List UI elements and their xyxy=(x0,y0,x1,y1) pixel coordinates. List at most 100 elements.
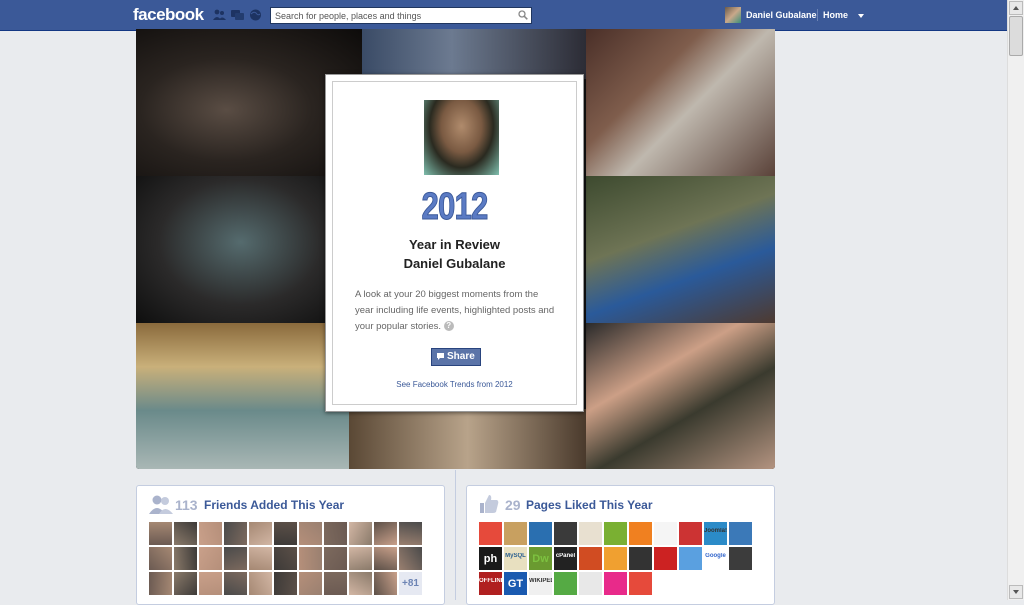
page-thumbnail-label: MySQL xyxy=(505,553,526,559)
scroll-thumb[interactable] xyxy=(1009,16,1023,56)
friend-thumbnail[interactable] xyxy=(199,572,222,595)
friend-thumbnail[interactable] xyxy=(149,522,172,545)
friend-thumbnail[interactable] xyxy=(274,522,297,545)
top-bar: facebook Daniel Gubalane Home xyxy=(0,0,1007,31)
friend-thumbnail[interactable] xyxy=(399,522,422,545)
friend-thumbnail[interactable] xyxy=(324,522,347,545)
review-year: 2012 xyxy=(421,186,489,229)
page-thumbnail[interactable] xyxy=(679,547,702,570)
page-thumbnail[interactable]: GT xyxy=(504,572,527,595)
friend-thumbnail[interactable] xyxy=(224,547,247,570)
collage-photo[interactable] xyxy=(136,323,349,469)
pages-panel-title[interactable]: Pages Liked This Year xyxy=(526,498,653,512)
page-thumbnail[interactable]: Google xyxy=(704,547,727,570)
friend-thumbnail[interactable] xyxy=(399,547,422,570)
page-thumbnail[interactable] xyxy=(554,572,577,595)
friend-thumbnail[interactable] xyxy=(274,572,297,595)
friend-thumbnail[interactable] xyxy=(374,547,397,570)
page-thumbnail[interactable] xyxy=(629,547,652,570)
friend-thumbnail[interactable] xyxy=(199,522,222,545)
page-thumbnail[interactable] xyxy=(529,522,552,545)
scroll-up-button[interactable] xyxy=(1009,1,1023,15)
friend-thumbnail[interactable] xyxy=(149,547,172,570)
friend-thumbnail[interactable] xyxy=(324,547,347,570)
friend-thumbnail[interactable] xyxy=(174,522,197,545)
friend-thumbnail[interactable] xyxy=(299,522,322,545)
friend-thumbnail[interactable] xyxy=(224,572,247,595)
page-thumbnail[interactable]: cPanel xyxy=(554,547,577,570)
friends-panel-title[interactable]: Friends Added This Year xyxy=(204,498,344,512)
friend-thumbnail[interactable] xyxy=(224,522,247,545)
page-thumbnail[interactable] xyxy=(579,547,602,570)
pages-count: 29 xyxy=(505,497,521,513)
friend-thumbnail[interactable] xyxy=(374,572,397,595)
collage-photo[interactable] xyxy=(586,323,775,469)
friend-thumbnail[interactable] xyxy=(249,572,272,595)
friend-thumbnail[interactable] xyxy=(199,547,222,570)
page-thumbnail[interactable] xyxy=(479,522,502,545)
page-thumbnail[interactable] xyxy=(679,522,702,545)
page-thumbnail[interactable] xyxy=(629,522,652,545)
share-icon xyxy=(437,353,445,360)
facebook-logo[interactable]: facebook xyxy=(133,5,204,25)
collage-photo[interactable] xyxy=(136,176,326,323)
friend-thumbnail[interactable] xyxy=(149,572,172,595)
page-thumbnail[interactable] xyxy=(629,572,652,595)
page-thumbnail[interactable] xyxy=(604,572,627,595)
friend-thumbnail[interactable] xyxy=(249,547,272,570)
collage-photo[interactable] xyxy=(349,409,586,469)
page-thumbnail-label: Dw xyxy=(532,553,549,565)
messages-icon[interactable] xyxy=(231,9,244,21)
page-thumbnail[interactable]: MySQL xyxy=(504,547,527,570)
page-scrollbar[interactable] xyxy=(1007,0,1024,600)
search-icon[interactable] xyxy=(518,10,528,23)
friend-requests-icon[interactable] xyxy=(213,9,226,21)
page-thumbnail[interactable] xyxy=(554,522,577,545)
collage-photo[interactable] xyxy=(586,29,775,176)
friend-thumbnail[interactable] xyxy=(274,547,297,570)
page-thumbnail[interactable]: Dw xyxy=(529,547,552,570)
collage-photo[interactable] xyxy=(586,176,775,323)
page-thumbnail[interactable]: OFFLINE xyxy=(479,572,502,595)
page-thumbnail[interactable] xyxy=(654,522,677,545)
page-thumbnail[interactable] xyxy=(579,572,602,595)
page-thumbnail[interactable] xyxy=(504,522,527,545)
collage-photo[interactable] xyxy=(362,29,586,79)
friend-thumbnail[interactable] xyxy=(349,547,372,570)
friend-thumbnail[interactable] xyxy=(349,572,372,595)
friend-thumbnail[interactable] xyxy=(349,522,372,545)
page-thumbnail[interactable] xyxy=(579,522,602,545)
page-thumbnail[interactable]: Joomla! xyxy=(704,522,727,545)
friend-thumbnail[interactable] xyxy=(324,572,347,595)
notifications-globe-icon[interactable] xyxy=(249,9,262,21)
more-friends-count[interactable]: +81 xyxy=(399,572,422,595)
pages-liked-panel: 29 Pages Liked This Year Joomla! ph MySQL D… xyxy=(466,485,775,605)
scroll-down-button[interactable] xyxy=(1009,585,1023,599)
page-thumbnail[interactable] xyxy=(654,547,677,570)
page-thumbnail[interactable] xyxy=(604,522,627,545)
home-link[interactable]: Home xyxy=(823,10,848,20)
profile-picture[interactable] xyxy=(424,100,499,175)
friend-thumbnail[interactable] xyxy=(249,522,272,545)
page-thumbnail-label: cPanel xyxy=(555,553,576,559)
user-name-link[interactable]: Daniel Gubalane xyxy=(746,10,817,20)
help-icon[interactable]: ? xyxy=(443,321,454,332)
friend-thumbnail[interactable] xyxy=(299,547,322,570)
search-box[interactable] xyxy=(270,7,532,24)
friend-thumbnail[interactable] xyxy=(299,572,322,595)
page-thumbnail[interactable]: ph xyxy=(479,547,502,570)
page-thumbnail[interactable] xyxy=(729,522,752,545)
share-button[interactable]: Share xyxy=(431,348,481,366)
page-thumbnail[interactable] xyxy=(729,547,752,570)
page-thumbnail[interactable]: WIKIPEDIA xyxy=(529,572,552,595)
search-input[interactable] xyxy=(271,8,519,23)
review-description-text: A look at your 20 biggest moments from t… xyxy=(355,289,555,332)
friend-thumbnail[interactable] xyxy=(174,572,197,595)
user-avatar[interactable] xyxy=(725,7,741,23)
page-thumbnail-label: OFFLINE xyxy=(479,578,502,584)
friend-thumbnail[interactable] xyxy=(174,547,197,570)
page-thumbnail[interactable] xyxy=(604,547,627,570)
friend-thumbnail[interactable] xyxy=(374,522,397,545)
account-menu-chevron-down-icon[interactable] xyxy=(858,14,864,18)
facebook-trends-link[interactable]: See Facebook Trends from 2012 xyxy=(333,380,576,389)
